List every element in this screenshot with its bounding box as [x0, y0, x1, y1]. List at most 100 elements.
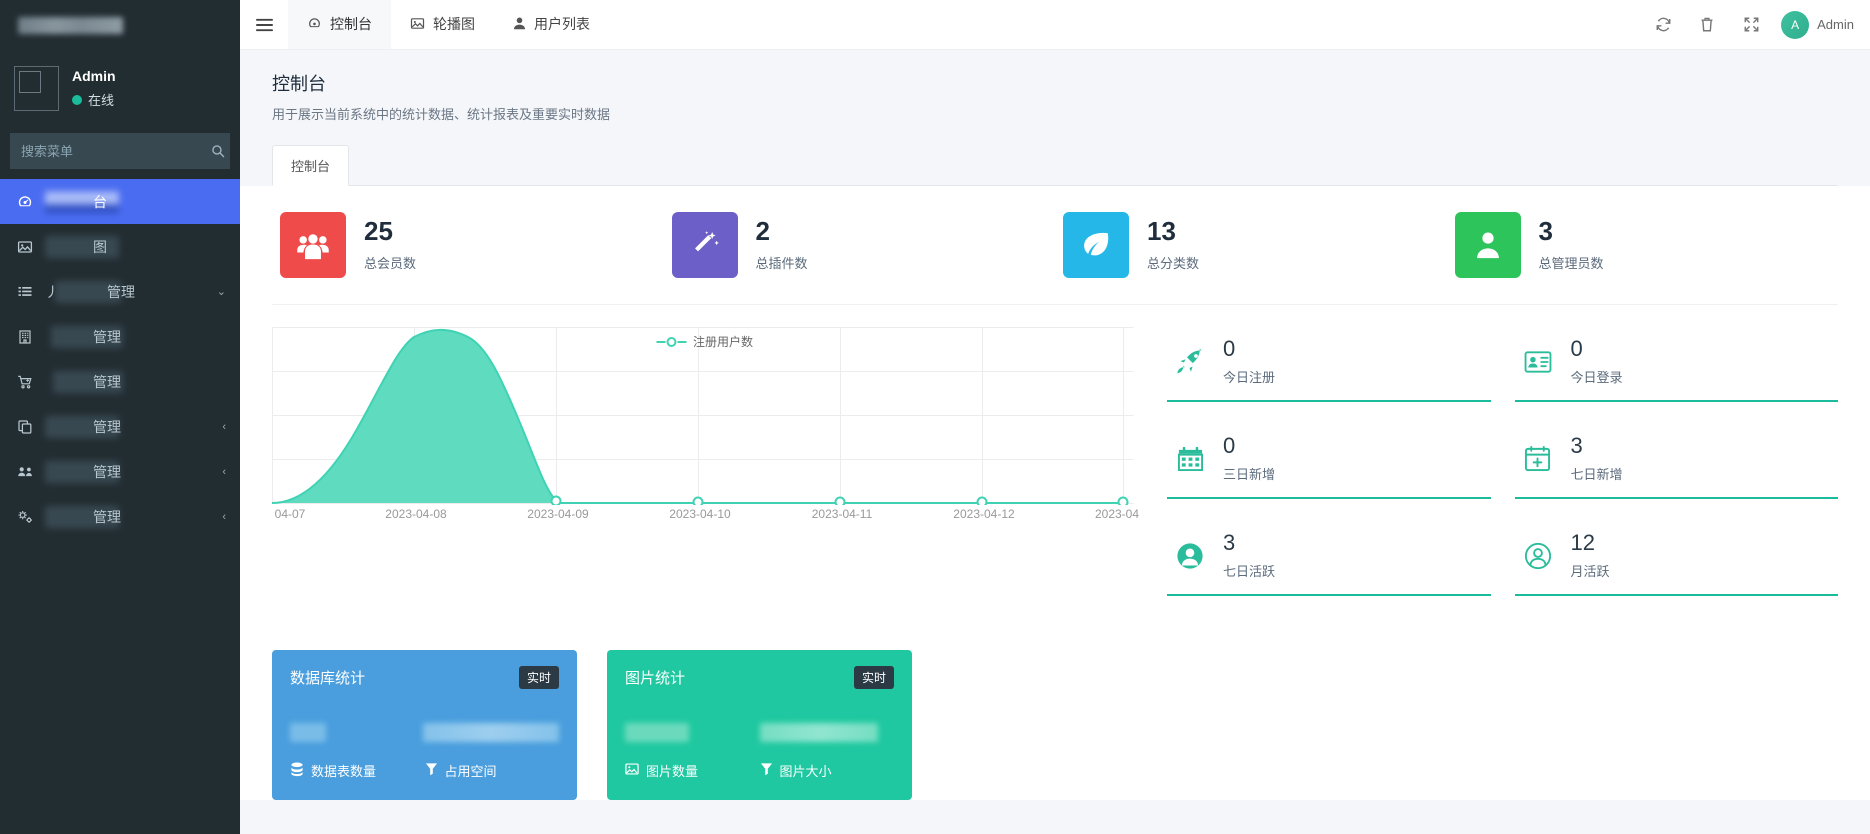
- footer-label: 占用空间: [444, 764, 497, 780]
- list-icon: [15, 284, 35, 300]
- mini-stat-three-day: 0 三日新增: [1167, 424, 1491, 500]
- sidebar-item-4[interactable]: 管理: [0, 314, 240, 359]
- chart-point: [692, 496, 704, 505]
- magic-icon: [671, 212, 738, 278]
- sidebar-item-label: 图: [45, 235, 226, 258]
- sidebar-item-3[interactable]: 丿 管理 ⌄: [0, 269, 240, 314]
- users-icon: [15, 464, 35, 480]
- footer-item: 图片数量: [625, 761, 760, 780]
- topbar-tabs: 控制台 轮播图 用户列表: [288, 0, 609, 49]
- tab-carousel[interactable]: 轮播图: [391, 0, 494, 49]
- chart-canvas: [272, 327, 1134, 505]
- x-tick: 2023-04: [1094, 507, 1140, 521]
- sidebar-user-name: Admin: [72, 68, 116, 84]
- database-icon: [290, 762, 304, 780]
- mini-stat-value: 3: [1223, 530, 1236, 556]
- footer-label: 数据表数量: [311, 764, 377, 780]
- chevron-left-icon[interactable]: ‹: [222, 511, 226, 523]
- legend-marker-icon: [655, 336, 686, 348]
- page-subtitle: 用于展示当前系统中的统计数据、统计报表及重要实时数据: [272, 107, 611, 122]
- mini-stat-label: 七日活跃: [1223, 564, 1276, 580]
- expand-icon[interactable]: [1731, 0, 1771, 50]
- brand-logo[interactable]: [0, 0, 240, 50]
- info-card-title: 图片统计: [625, 670, 686, 688]
- label-redaction: [45, 235, 119, 258]
- chart-point: [550, 495, 562, 505]
- mini-stat-value: 3: [1570, 433, 1583, 459]
- stat-label: 总分类数: [1147, 256, 1200, 272]
- mini-stat-label: 今日注册: [1223, 370, 1276, 386]
- person-icon: [1454, 212, 1521, 278]
- stat-value: 2: [755, 215, 770, 246]
- x-tick: 2023-04-11: [811, 507, 873, 521]
- sidebar-item-label: 管理: [45, 325, 226, 348]
- stat-card-plugins: 2 总插件数: [663, 212, 1055, 305]
- mini-stat-label: 月活跃: [1570, 564, 1610, 580]
- main-area: 控制台 轮播图 用户列表 A Admin 控制台 用于展示当前系统中的统计数据、…: [240, 0, 1870, 834]
- info-card-values: [625, 723, 894, 743]
- user-icon: [513, 16, 526, 31]
- info-cards: 数据库统计 实时 数据表数量 占用空间 图片统计 实时 图片数量 图片大小: [272, 618, 1838, 801]
- chevron-down-icon[interactable]: ⌄: [217, 285, 226, 298]
- search-button[interactable]: [207, 134, 229, 168]
- sidebar-item-label: 丿 管理: [45, 280, 207, 303]
- footer-item: 数据表数量: [290, 761, 425, 780]
- topbar: 控制台 轮播图 用户列表 A Admin: [240, 0, 1870, 50]
- legend-label: 注册用户数: [692, 335, 754, 349]
- chevron-left-icon[interactable]: ‹: [222, 421, 226, 433]
- sidebar-menu: 台 图 丿 管理 ⌄ 管理 管理 管理 ‹ 管理 ‹ 管理 ‹: [0, 179, 240, 539]
- footer-item: 图片大小: [760, 761, 895, 780]
- stat-value: 13: [1147, 215, 1176, 246]
- stat-cards: 25 总会员数 2 总插件数 13 总分类数 3 总管理员数: [272, 186, 1838, 305]
- info-card-footer: 图片数量 图片大小: [625, 761, 894, 780]
- footer-label: 图片大小: [779, 764, 832, 780]
- sidebar: Admin 在线 搜索菜单 台 图 丿 管理 ⌄ 管理 管理 管理 ‹ 管理 ‹…: [0, 0, 240, 834]
- group-icon: [280, 212, 346, 278]
- status-badge: 实时: [853, 666, 894, 690]
- topbar-user-menu[interactable]: A Admin: [1775, 0, 1864, 50]
- sidebar-item-5[interactable]: 管理: [0, 359, 240, 404]
- stat-card-admins: 3 总管理员数: [1446, 212, 1838, 305]
- x-tick: 2023-04-09: [527, 507, 589, 521]
- sidebar-item-carousel[interactable]: 图: [0, 224, 240, 269]
- tab-dashboard[interactable]: 控制台: [288, 0, 391, 49]
- sidebar-item-label: 管理: [45, 370, 226, 393]
- sidebar-item-label: 管理: [45, 505, 212, 528]
- avatar: A: [1781, 10, 1810, 39]
- status-badge: 实时: [518, 666, 559, 690]
- online-dot-icon: [72, 94, 82, 105]
- tab-user-list[interactable]: 用户列表: [494, 0, 609, 49]
- sidebar-item-8[interactable]: 管理 ‹: [0, 494, 240, 539]
- building-icon: [15, 329, 35, 345]
- image-icon: [410, 16, 425, 31]
- footer-item: 占用空间: [425, 761, 560, 780]
- image-icon: [15, 239, 35, 255]
- mini-stat-label: 今日登录: [1570, 370, 1623, 386]
- sidebar-item-label: 管理: [45, 415, 212, 438]
- refresh-icon[interactable]: [1643, 0, 1683, 50]
- info-card-values: [290, 723, 559, 743]
- mini-stat-today-register: 0 今日注册: [1167, 327, 1491, 403]
- chart-legend[interactable]: 注册用户数: [655, 333, 754, 350]
- stat-label: 总插件数: [755, 256, 808, 272]
- hamburger-icon[interactable]: [240, 0, 288, 49]
- sidebar-item-6[interactable]: 管理 ‹: [0, 404, 240, 449]
- user-circle-outline-icon: [1521, 542, 1555, 570]
- mini-stat-value: 0: [1570, 336, 1583, 361]
- x-tick: 2023-04-08: [385, 507, 447, 521]
- content-area: 控制台 用于展示当前系统中的统计数据、统计报表及重要实时数据 控制台 25 总会…: [240, 50, 1870, 834]
- mini-stat-label: 三日新增: [1223, 467, 1276, 483]
- page-header: 控制台 用于展示当前系统中的统计数据、统计报表及重要实时数据: [240, 50, 1870, 123]
- tab-label: 轮播图: [433, 15, 475, 32]
- search-input[interactable]: [11, 134, 207, 168]
- sidebar-search[interactable]: [10, 133, 230, 169]
- sidebar-item-label: 台: [45, 190, 226, 213]
- info-card-footer: 数据表数量 占用空间: [290, 761, 559, 780]
- sidebar-item-dashboard[interactable]: 台: [0, 179, 240, 224]
- cart-icon: [15, 374, 35, 390]
- chevron-left-icon[interactable]: ‹: [222, 466, 226, 478]
- tab-console[interactable]: 控制台: [272, 145, 350, 186]
- trash-icon[interactable]: [1687, 0, 1727, 50]
- leaf-icon: [1063, 212, 1129, 278]
- sidebar-item-7[interactable]: 管理 ‹: [0, 449, 240, 494]
